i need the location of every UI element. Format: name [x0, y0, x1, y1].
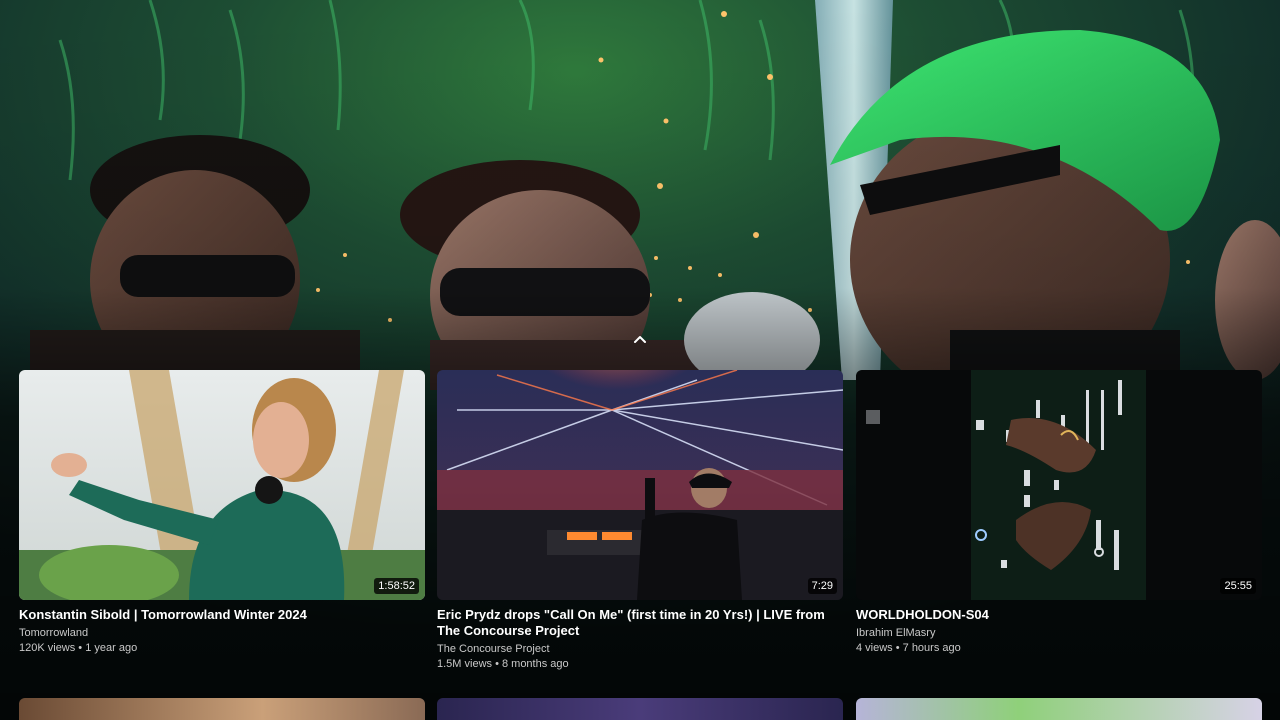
video-thumbnail[interactable]: 7:29 — [437, 370, 843, 600]
collapse-suggestions-button[interactable] — [628, 327, 652, 351]
related-video-card[interactable]: 7:29 Eric Prydz drops "Call On Me" (firs… — [437, 370, 843, 672]
related-video-card[interactable]: 25:55 WORLDHOLDON-S04 Ibrahim ElMasry 4 … — [856, 370, 1262, 656]
video-meta: 120K views • 1 year ago — [19, 642, 138, 654]
video-title[interactable]: Konstantin Sibold | Tomorrowland Winter … — [19, 607, 425, 623]
related-video-thumbnail-partial[interactable] — [19, 698, 425, 720]
related-video-card[interactable]: 1:58:52 Konstantin Sibold | Tomorrowland… — [19, 370, 425, 656]
video-duration: 25:55 — [1220, 578, 1256, 594]
video-thumbnail[interactable]: 1:58:52 — [19, 370, 425, 600]
video-title[interactable]: WORLDHOLDON-S04 — [856, 607, 1262, 623]
video-thumbnail[interactable]: 25:55 — [856, 370, 1262, 600]
video-title[interactable]: Eric Prydz drops "Call On Me" (first tim… — [437, 607, 843, 639]
channel-name[interactable]: Tomorrowland — [19, 626, 425, 641]
channel-name[interactable]: The Concourse Project — [437, 642, 843, 657]
video-duration: 7:29 — [807, 578, 837, 594]
channel-name[interactable]: Ibrahim ElMasry — [856, 626, 1262, 641]
video-player-endscreen: 1:58:52 Konstantin Sibold | Tomorrowland… — [0, 0, 1280, 720]
video-meta: 1.5M views • 8 months ago — [437, 658, 569, 670]
video-meta: 4 views • 7 hours ago — [856, 642, 961, 654]
chevron-up-icon — [633, 334, 647, 344]
related-video-thumbnail-partial[interactable] — [856, 698, 1262, 720]
related-video-thumbnail-partial[interactable] — [437, 698, 843, 720]
video-duration: 1:58:52 — [374, 578, 419, 594]
